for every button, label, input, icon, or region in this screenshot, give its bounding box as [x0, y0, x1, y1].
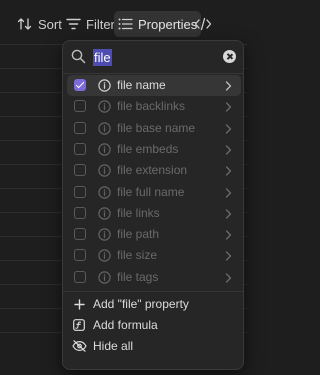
sort-button[interactable]: Sort [13, 11, 66, 37]
chevron-right-icon [225, 187, 232, 198]
property-label: file links [117, 205, 160, 220]
info-icon [98, 79, 111, 92]
property-search: file [63, 41, 243, 74]
property-label: file full name [117, 184, 185, 199]
property-label: file tags [117, 269, 159, 284]
search-input[interactable]: file [93, 49, 112, 66]
view-toolbar: Sort Filter Properties [0, 8, 247, 40]
add-property-label: Add "file" property [93, 297, 189, 311]
sort-icon [17, 18, 32, 30]
property-checkbox[interactable] [74, 121, 86, 134]
property-row[interactable]: file tags [67, 267, 241, 288]
menu-divider [63, 291, 243, 292]
clear-search-button[interactable] [223, 50, 236, 63]
chevron-right-icon [225, 230, 232, 240]
property-row[interactable]: file name [67, 75, 241, 96]
chevron-right-icon [225, 123, 232, 134]
chevron-right-icon [225, 145, 232, 155]
property-checkbox[interactable] [74, 142, 86, 155]
info-icon [98, 164, 111, 177]
plus-icon [71, 296, 87, 312]
search-icon [71, 49, 86, 64]
properties-button[interactable]: Properties [114, 11, 202, 37]
property-checkbox[interactable] [74, 270, 86, 283]
list-icon [118, 18, 133, 30]
info-icon [98, 121, 111, 135]
chevron-right-icon [225, 81, 232, 91]
property-row[interactable]: file base name [67, 118, 241, 139]
property-label: file size [117, 248, 158, 263]
info-icon [98, 143, 111, 156]
property-row[interactable]: file links [67, 203, 241, 224]
property-label: file name [117, 78, 166, 92]
property-row[interactable]: file extension [67, 160, 241, 181]
info-icon [98, 207, 111, 220]
code-button[interactable] [190, 11, 221, 37]
sort-label: Sort [38, 16, 62, 32]
property-label: file backlinks [117, 99, 186, 114]
filter-icon [66, 18, 81, 30]
add-formula-button[interactable]: Add formula [71, 315, 241, 335]
property-checkbox[interactable] [74, 164, 86, 177]
hide-all-button[interactable]: Hide all [71, 336, 241, 356]
hide-all-label: Hide all [93, 339, 134, 353]
chevron-right-icon [225, 102, 232, 112]
code-icon [194, 17, 212, 31]
property-checkbox[interactable] [74, 206, 86, 219]
chevron-right-icon [225, 273, 232, 283]
property-checkbox[interactable] [74, 100, 86, 113]
property-row[interactable]: file size [67, 245, 241, 266]
property-label: file base name [117, 120, 196, 135]
property-row[interactable]: file embeds [67, 139, 241, 160]
property-label: file extension [117, 163, 188, 178]
property-checkbox[interactable] [74, 185, 86, 198]
property-row[interactable]: file backlinks [67, 96, 241, 117]
eye-off-icon [71, 338, 87, 354]
add-formula-label: Add formula [93, 318, 158, 332]
info-icon [98, 249, 111, 263]
info-icon [98, 100, 111, 113]
info-icon [98, 270, 111, 284]
properties-label: Properties [138, 16, 198, 32]
property-checkbox[interactable] [74, 249, 86, 262]
property-checkbox[interactable] [74, 228, 86, 241]
properties-menu: file file name file backlinks file base na… [62, 40, 244, 370]
property-label: file embeds [117, 141, 179, 156]
chevron-right-icon [225, 251, 232, 262]
info-icon [98, 228, 111, 241]
add-property-button[interactable]: Add "file" property [71, 294, 241, 314]
filter-label: Filter [86, 16, 115, 32]
filter-button[interactable]: Filter [62, 11, 119, 37]
chevron-right-icon [225, 166, 232, 176]
chevron-right-icon [225, 209, 232, 219]
property-row[interactable]: file path [67, 224, 241, 245]
property-checkbox[interactable] [74, 79, 86, 91]
formula-icon [71, 317, 87, 333]
info-icon [98, 185, 111, 199]
property-label: file path [117, 227, 160, 242]
property-row[interactable]: file full name [67, 182, 241, 203]
